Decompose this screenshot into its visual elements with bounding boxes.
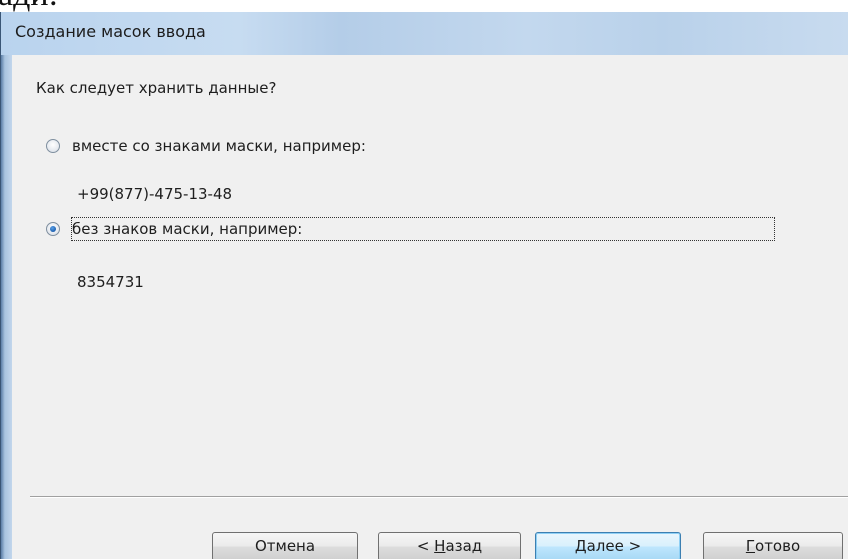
storage-question: Как следует хранить данные? bbox=[36, 79, 277, 97]
screenshot: ади: Создание масок ввода Как следует хр… bbox=[0, 0, 848, 559]
input-mask-wizard-window: Создание масок ввода Как следует хранить… bbox=[0, 12, 848, 559]
window-title: Создание масок ввода bbox=[15, 22, 206, 41]
next-button-mnemonic: Д bbox=[574, 537, 587, 555]
example-without-mask: 8354731 bbox=[77, 273, 144, 291]
finish-button-mnemonic: Г bbox=[745, 537, 756, 555]
radio-without-mask[interactable] bbox=[46, 222, 60, 236]
next-button[interactable]: Далее > bbox=[535, 532, 681, 559]
back-button[interactable]: < Назад bbox=[378, 532, 521, 559]
title-bar[interactable]: Создание масок ввода bbox=[1, 12, 848, 56]
finish-button[interactable]: Готово bbox=[703, 532, 843, 559]
button-separator bbox=[30, 496, 848, 498]
example-with-mask: +99(877)-475-13-48 bbox=[77, 185, 233, 203]
option-with-mask-label[interactable]: вместе со знаками маски, например: bbox=[72, 135, 366, 157]
option-without-mask-label[interactable]: без знаков маски, например: bbox=[70, 217, 776, 241]
option-with-mask[interactable]: вместе со знаками маски, например: bbox=[46, 135, 366, 157]
finish-button-label: отово bbox=[755, 537, 801, 555]
back-button-prefix: < bbox=[416, 537, 435, 555]
radio-with-mask[interactable] bbox=[46, 139, 60, 153]
next-button-label: алее > bbox=[586, 537, 642, 555]
option-without-mask[interactable]: без знаков маски, например: bbox=[46, 217, 776, 241]
cancel-button[interactable]: Отмена bbox=[212, 532, 358, 559]
window-frame-left bbox=[1, 55, 12, 559]
cancel-button-label: Отмена bbox=[254, 537, 316, 555]
back-button-label: азад bbox=[445, 537, 483, 555]
background-text: ади: bbox=[0, 0, 58, 12]
dialog-content: Как следует хранить данные? вместе со зн… bbox=[12, 55, 848, 559]
back-button-mnemonic: Н bbox=[434, 537, 446, 555]
